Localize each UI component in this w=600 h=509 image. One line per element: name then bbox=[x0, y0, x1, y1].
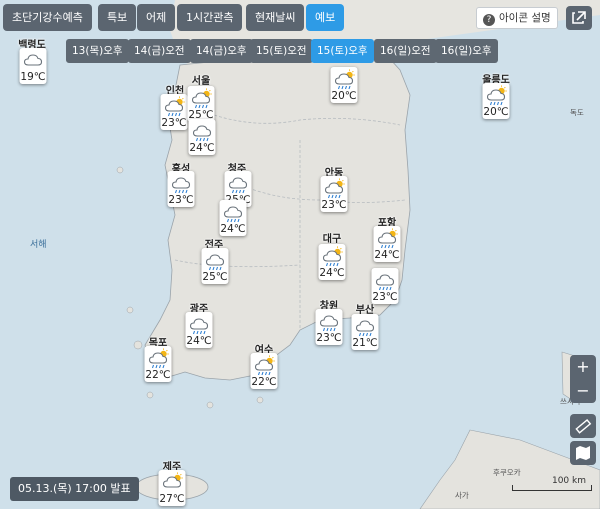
help-icon: ? bbox=[483, 14, 495, 26]
station-temp: 23℃ bbox=[372, 291, 398, 303]
zoom-control: + − bbox=[570, 355, 596, 403]
time-tab-15-pm[interactable]: 15(토)오후 bbox=[311, 39, 374, 63]
popout-button[interactable] bbox=[566, 6, 592, 30]
station-temp: 24℃ bbox=[189, 142, 215, 154]
station-temp: 25℃ bbox=[202, 271, 228, 283]
station-weather-card[interactable]: 23℃ bbox=[160, 94, 188, 130]
partly-cloudy-rain-icon bbox=[254, 355, 275, 376]
station-weather-card[interactable]: 19℃ bbox=[19, 48, 47, 84]
map-layer-button[interactable] bbox=[570, 441, 596, 465]
station-temp: 22℃ bbox=[145, 369, 171, 381]
partly-cloudy-rain-icon bbox=[191, 88, 212, 109]
cloudy-rain-icon bbox=[355, 320, 374, 337]
time-tab-16-pm[interactable]: 16(일)오후 bbox=[435, 39, 498, 63]
time-tab-14-am[interactable]: 14(금)오전 bbox=[128, 39, 191, 63]
time-tab-14-pm[interactable]: 14(금)오후 bbox=[190, 39, 253, 63]
station-name: 서울 bbox=[191, 76, 211, 87]
station-weather-card[interactable]: 20℃ bbox=[482, 83, 510, 119]
tab-yesterday[interactable]: 어제 bbox=[137, 4, 176, 31]
station-weather-card[interactable]: 23℃ bbox=[167, 171, 195, 207]
station-temp: 24℃ bbox=[220, 223, 246, 235]
external-link-icon bbox=[572, 11, 586, 24]
scale-bar: 100 km bbox=[512, 476, 592, 492]
station-temp: 20℃ bbox=[483, 106, 509, 118]
station-weather-card[interactable]: 24℃ bbox=[318, 244, 346, 280]
station-weather-card[interactable]: 21℃ bbox=[351, 314, 379, 350]
icon-legend-button[interactable]: ? 아이콘 설명 bbox=[476, 7, 558, 29]
zoom-out-button[interactable]: − bbox=[570, 379, 596, 403]
partly-cloudy-icon bbox=[162, 472, 183, 488]
partly-cloudy-rain-icon bbox=[322, 246, 343, 267]
station-temp: 21℃ bbox=[352, 337, 378, 349]
cloudy-icon bbox=[23, 54, 42, 66]
zoom-in-button[interactable]: + bbox=[570, 355, 596, 379]
station-weather-card[interactable]: 24℃ bbox=[373, 226, 401, 262]
tab-current-weather[interactable]: 현재날씨 bbox=[246, 4, 305, 31]
station-temp: 23℃ bbox=[161, 117, 187, 129]
icon-legend-label: 아이콘 설명 bbox=[499, 12, 551, 24]
partly-cloudy-rain-icon bbox=[334, 69, 355, 90]
tab-hourly-obs[interactable]: 1시간관측 bbox=[177, 4, 243, 31]
partly-cloudy-rain-icon bbox=[486, 85, 507, 106]
partly-cloudy-rain-icon bbox=[164, 96, 185, 117]
station-weather-card[interactable]: 24℃ bbox=[188, 119, 216, 155]
saga-label: 사가 bbox=[455, 491, 469, 500]
time-tab-13-pm[interactable]: 13(목)오후 bbox=[66, 39, 129, 63]
ruler-icon bbox=[575, 418, 592, 434]
station-temp: 23℃ bbox=[316, 332, 342, 344]
station-temp: 24℃ bbox=[186, 335, 212, 347]
station-weather-card[interactable]: 22℃ bbox=[144, 346, 172, 382]
station-temp: 24℃ bbox=[319, 267, 345, 279]
station-weather-card[interactable]: 23℃ bbox=[320, 176, 348, 212]
station-temp: 23℃ bbox=[168, 194, 194, 206]
cloudy-rain-icon bbox=[319, 315, 338, 332]
station-temp: 20℃ bbox=[331, 90, 357, 102]
station-weather-card[interactable]: 20℃ bbox=[330, 67, 358, 103]
station-temp: 19℃ bbox=[20, 71, 46, 83]
station-weather-card[interactable]: 22℃ bbox=[250, 353, 278, 389]
tab-nowcast[interactable]: 초단기강수예측 bbox=[3, 4, 92, 31]
station-temp: 23℃ bbox=[321, 199, 347, 211]
cloudy-rain-icon bbox=[223, 206, 242, 223]
dokdo-label: 독도 bbox=[570, 108, 584, 117]
station-weather-card[interactable]: 23℃ bbox=[371, 268, 399, 304]
tab-warnings[interactable]: 특보 bbox=[98, 4, 137, 31]
map-icon bbox=[576, 446, 590, 460]
tab-forecast[interactable]: 예보 bbox=[306, 4, 345, 31]
time-tab-15-am[interactable]: 15(토)오전 bbox=[250, 39, 313, 63]
station-weather-card[interactable]: 27℃ bbox=[158, 470, 186, 506]
station-name: 대구 bbox=[322, 234, 342, 245]
cloudy-rain-icon bbox=[189, 318, 208, 335]
issued-time: 05.13.(목) 17:00 발표 bbox=[10, 477, 139, 501]
station-weather-card[interactable]: 24℃ bbox=[185, 312, 213, 348]
station-temp: 27℃ bbox=[159, 493, 185, 505]
station-weather-card[interactable]: 25℃ bbox=[187, 86, 215, 122]
partly-cloudy-rain-icon bbox=[377, 228, 398, 249]
station-weather-card[interactable]: 25℃ bbox=[201, 248, 229, 284]
cloudy-rain-icon bbox=[228, 177, 247, 194]
time-tab-16-am[interactable]: 16(일)오전 bbox=[374, 39, 437, 63]
cloudy-rain-icon bbox=[205, 254, 224, 271]
west-sea-label: 서해 bbox=[30, 240, 47, 250]
station-temp: 22℃ bbox=[251, 376, 277, 388]
partly-cloudy-rain-icon bbox=[324, 178, 345, 199]
cloudy-rain-icon bbox=[375, 274, 394, 291]
station-weather-card[interactable]: 24℃ bbox=[219, 200, 247, 236]
cloudy-rain-icon bbox=[192, 125, 211, 142]
station-temp: 24℃ bbox=[374, 249, 400, 261]
station-weather-card[interactable]: 23℃ bbox=[315, 309, 343, 345]
cloudy-rain-icon bbox=[171, 177, 190, 194]
ruler-button[interactable] bbox=[570, 414, 596, 438]
partly-cloudy-rain-icon bbox=[148, 348, 169, 369]
